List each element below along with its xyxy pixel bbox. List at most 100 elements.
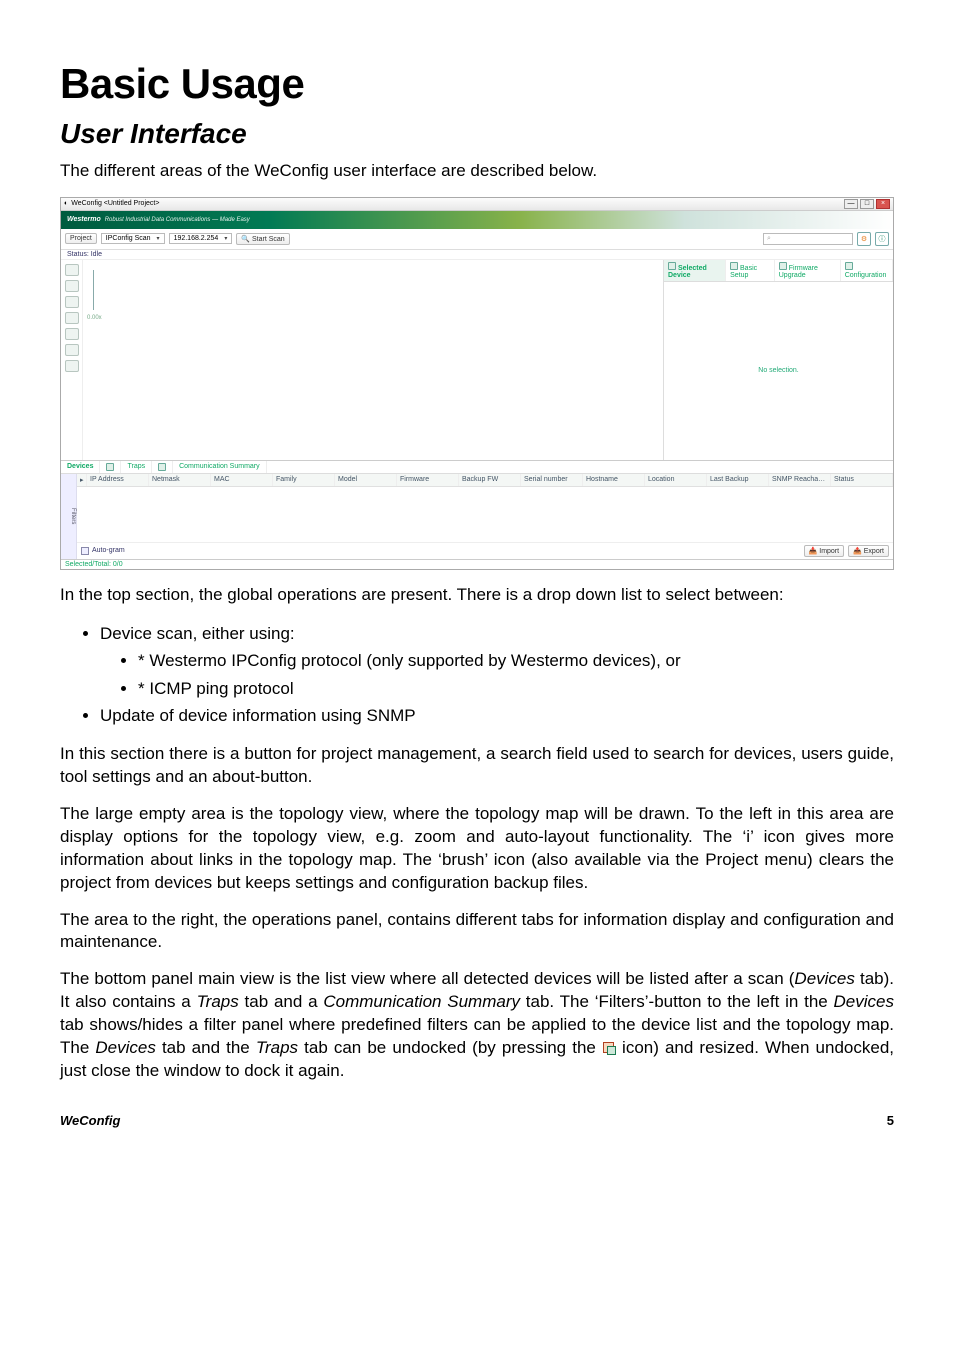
large-area-paragraph: The large empty area is the topology vie… — [60, 803, 894, 895]
export-label: Export — [864, 548, 884, 555]
sub-item-icmp: ICMP ping protocol — [138, 676, 894, 702]
tab-configuration-label: Configuration — [845, 272, 887, 279]
minimize-button[interactable]: — — [844, 199, 858, 209]
device-scan-label: Device scan, either using: — [100, 624, 295, 643]
search-input[interactable]: ⌕ — [763, 233, 853, 245]
bottom-panel: Devices Traps Communication Summary Filt… — [61, 460, 893, 559]
zoom-slider[interactable] — [93, 270, 94, 310]
window-controls: — □ × — [844, 199, 890, 209]
col-expand[interactable]: ▸ — [77, 474, 87, 486]
brush-icon[interactable] — [65, 360, 79, 372]
bottom-tabs: Devices Traps Communication Summary — [61, 461, 893, 474]
col-serial[interactable]: Serial number — [521, 474, 583, 486]
auto-gram-checkbox[interactable]: Auto-gram — [81, 547, 125, 555]
start-scan-label: Start Scan — [252, 236, 285, 243]
bp-comm: Communication Summary — [323, 992, 520, 1011]
window-title: WeConfig <Untitled Project> — [71, 200, 159, 207]
col-status[interactable]: Status — [831, 474, 893, 486]
app-icon: ◐ — [64, 200, 68, 207]
brand-name: Westermo — [67, 216, 101, 223]
tab-configuration[interactable]: Configuration — [841, 260, 893, 281]
page-footer: WeConfig 5 — [60, 1113, 894, 1128]
col-lastbackup[interactable]: Last Backup — [707, 474, 769, 486]
tab-basic-setup[interactable]: Basic Setup — [726, 260, 775, 281]
scan-target-select[interactable]: 192.168.2.254 — [169, 233, 233, 244]
titlebar: ◐ WeConfig <Untitled Project> — □ × — [61, 198, 893, 211]
col-family[interactable]: Family — [273, 474, 335, 486]
bp-traps: Traps — [197, 992, 239, 1011]
col-model[interactable]: Model — [335, 474, 397, 486]
top-section-intro: In the top section, the global operation… — [60, 584, 894, 607]
bp-devices-2: Devices — [834, 992, 894, 1011]
table-bottom-row: Auto-gram 📥 Import 📤 Export — [77, 542, 893, 559]
page-h2-user-interface: User Interface — [60, 118, 894, 150]
undock-icon-2 — [158, 463, 166, 471]
undock-icon — [106, 463, 114, 471]
sub-item-ipconfig: Westermo IPConfig protocol (only support… — [138, 648, 894, 674]
brand-tagline: Robust Industrial Data Communications — … — [105, 217, 250, 223]
import-button[interactable]: 📥 Import — [804, 545, 845, 557]
import-label: Import — [819, 548, 839, 555]
tab-firmware-upgrade[interactable]: Firmware Upgrade — [775, 260, 841, 281]
brand-banner: Westermo Robust Industrial Data Communic… — [61, 211, 893, 229]
intro-paragraph: The different areas of the WeConfig user… — [60, 160, 894, 183]
tab-selected-device[interactable]: Selected Device — [664, 260, 726, 281]
col-snmp[interactable]: SNMP Reacha… — [769, 474, 831, 486]
tab-devices-undock[interactable] — [100, 461, 121, 473]
right-area-paragraph: The area to the right, the operations pa… — [60, 909, 894, 955]
undock-inline-icon — [602, 1041, 616, 1055]
footer-page: 5 — [887, 1113, 894, 1128]
bp-devices-3: Devices — [95, 1038, 155, 1057]
start-scan-button[interactable]: 🔍 Start Scan — [236, 233, 289, 245]
toolbar: Project IPConfig Scan 192.168.2.254 🔍 St… — [61, 229, 893, 250]
app-window: ◐ WeConfig <Untitled Project> — □ × West… — [60, 197, 894, 570]
page-h1: Basic Usage — [60, 60, 894, 108]
tab-comm-summary[interactable]: Communication Summary — [173, 461, 267, 473]
bp-devices-1: Devices — [794, 969, 854, 988]
project-button[interactable]: Project — [65, 233, 97, 244]
col-hostname[interactable]: Hostname — [583, 474, 645, 486]
bp-1: The bottom panel main view is the list v… — [60, 969, 794, 988]
refresh-mini-icon-3 — [779, 262, 787, 270]
bp-7: tab can be undocked (by pressing the — [298, 1038, 602, 1057]
about-button[interactable]: ⓘ — [875, 232, 889, 246]
device-table-header: ▸ IP Address Netmask MAC Family Model Fi… — [77, 474, 893, 487]
checkbox-icon — [81, 547, 89, 555]
info-icon[interactable] — [65, 328, 79, 340]
refresh-icon[interactable] — [65, 344, 79, 356]
close-button[interactable]: × — [876, 199, 890, 209]
tab-traps[interactable]: Traps — [121, 461, 152, 473]
status-row: Status: Idle — [61, 250, 893, 260]
col-backupfw[interactable]: Backup FW — [459, 474, 521, 486]
zoom-plus-icon[interactable] — [65, 280, 79, 292]
export-button[interactable]: 📤 Export — [848, 545, 889, 557]
list-item-update-snmp: Update of device information using SNMP — [100, 703, 894, 729]
operations-list: Device scan, either using: Westermo IPCo… — [90, 621, 894, 729]
zoom-100-icon[interactable] — [65, 296, 79, 308]
col-ip[interactable]: IP Address — [87, 474, 149, 486]
operations-panel: Selected Device Basic Setup Firmware Upg… — [663, 260, 893, 460]
zoom-scale-label: 0.00x — [87, 315, 102, 321]
layout-icon[interactable] — [65, 312, 79, 324]
scan-mode-select[interactable]: IPConfig Scan — [101, 233, 165, 244]
ops-body: No selection. — [664, 282, 893, 460]
topology-view[interactable]: 0.00x — [83, 260, 663, 460]
refresh-mini-icon — [668, 262, 676, 270]
bp-3: tab and a — [239, 992, 324, 1011]
zoom-fit-icon[interactable] — [65, 264, 79, 276]
col-location[interactable]: Location — [645, 474, 707, 486]
bp-traps-2: Traps — [256, 1038, 298, 1057]
col-netmask[interactable]: Netmask — [149, 474, 211, 486]
device-table-body — [77, 487, 893, 542]
col-mac[interactable]: MAC — [211, 474, 273, 486]
bottom-panel-paragraph: The bottom panel main view is the list v… — [60, 968, 894, 1083]
list-item-device-scan: Device scan, either using: Westermo IPCo… — [100, 621, 894, 702]
maximize-button[interactable]: □ — [860, 199, 874, 209]
status-bar: Selected/Total: 0/0 — [61, 559, 893, 569]
filters-toggle[interactable]: Filters — [61, 474, 77, 559]
tab-devices[interactable]: Devices — [61, 461, 100, 473]
col-firmware[interactable]: Firmware — [397, 474, 459, 486]
settings-button[interactable]: ⚙ — [857, 232, 871, 246]
tab-traps-undock[interactable] — [152, 461, 173, 473]
refresh-mini-icon-4 — [845, 262, 853, 270]
